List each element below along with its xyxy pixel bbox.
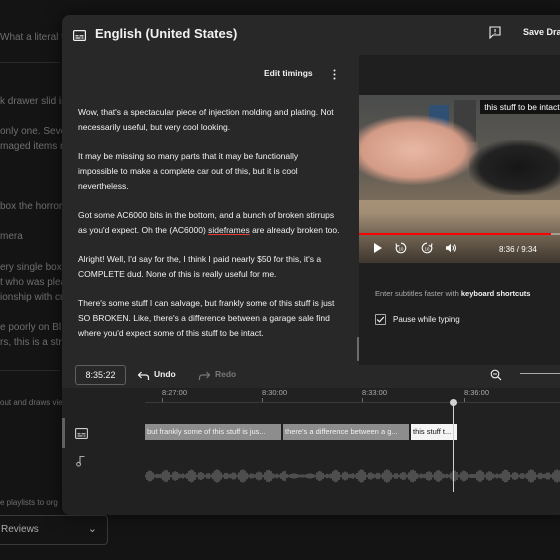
subtitles-track-icon <box>75 426 88 444</box>
background-text: box the horror! <box>0 201 66 212</box>
rewind-10-icon[interactable]: 10 <box>395 241 407 259</box>
save-draft-button[interactable]: Save Draft <box>523 27 560 37</box>
audio-waveform <box>145 469 560 483</box>
playhead[interactable] <box>453 402 454 492</box>
reviews-select[interactable]: Reviews ⌄ <box>0 515 108 545</box>
volume-icon[interactable] <box>445 241 457 259</box>
zoom-slider[interactable] <box>520 373 560 374</box>
timeline-ruler <box>145 402 560 403</box>
shortcut-hint: Enter subtitles faster with keyboard sho… <box>375 289 530 298</box>
background-text: k drawer slid in <box>0 96 67 107</box>
ruler-tick-mark <box>362 398 363 402</box>
zoom-out-icon[interactable] <box>490 368 502 386</box>
timeline: 8:27:00 8:30:00 8:33:00 8:36:00 but fran… <box>62 388 560 515</box>
background-text: ionship with cu <box>0 292 66 303</box>
divider <box>0 62 60 63</box>
play-icon[interactable] <box>373 241 383 259</box>
forward-10-icon[interactable]: 10 <box>421 241 433 259</box>
ruler-tick-label: 8:36:00 <box>464 388 490 397</box>
ruler-tick-label: 8:30:00 <box>262 388 288 397</box>
divider <box>0 370 60 371</box>
background-text: out and draws vie <box>0 398 63 407</box>
spellcheck-word: sideframes <box>208 225 250 235</box>
reviews-select-label: Reviews <box>1 524 39 535</box>
background-text: t who was plea <box>0 277 67 288</box>
transcript-paragraph: There's some stuff I can salvage, but fr… <box>78 298 335 338</box>
audio-track-icon <box>76 454 86 472</box>
subtitle-block[interactable]: but frankly some of this stuff is jus... <box>145 424 281 440</box>
ruler-tick: 8:33:00 <box>362 388 388 402</box>
pause-checkbox[interactable] <box>375 314 386 325</box>
background-text: mera <box>0 231 23 242</box>
track-selected-indicator <box>62 418 65 448</box>
pause-label: Pause while typing <box>393 315 460 324</box>
ruler-tick-label: 8:33:00 <box>362 388 388 397</box>
transcript-paragraph: It may be missing so many parts that it … <box>78 151 299 191</box>
subtitle-editor-dialog: English (United States) Save Draft Edit … <box>62 15 560 515</box>
transcript-pane: Edit timings Wow, that's a spectacular p… <box>62 55 360 365</box>
redo-icon[interactable] <box>198 369 211 387</box>
subtitle-block[interactable]: there's a difference between a g... <box>283 424 409 440</box>
background-text: e playlists to org <box>0 498 58 507</box>
ruler-tick-label: 8:27:00 <box>162 388 188 397</box>
transcript-paragraph: Wow, that's a spectacular piece of injec… <box>78 107 334 132</box>
redo-button[interactable]: Redo <box>215 369 236 379</box>
chevron-down-icon: ⌄ <box>87 523 97 535</box>
ruler-tick: 8:36:00 <box>464 388 490 402</box>
transcript-text: are already broken too. <box>249 225 340 235</box>
subtitles-icon <box>73 28 87 46</box>
video-progress-bar[interactable] <box>359 233 560 235</box>
transcript-paragraph: Alright! Well, I'd say for the, I think … <box>78 254 322 279</box>
video-controls-gradient <box>359 213 560 263</box>
more-vert-icon[interactable] <box>333 67 336 85</box>
ruler-tick-mark <box>162 398 163 402</box>
svg-text:10: 10 <box>399 246 404 251</box>
background-text: maged items m <box>0 141 69 152</box>
feedback-icon[interactable] <box>489 26 501 44</box>
edit-timings-button[interactable]: Edit timings <box>264 68 313 78</box>
transcript-textarea[interactable]: Wow, that's a spectacular piece of injec… <box>78 105 340 357</box>
transcript-paragraph: Got some AC6000 bits in the bottom, and … <box>78 208 340 238</box>
undo-icon[interactable] <box>137 369 150 387</box>
video-preview[interactable]: this stuff to be intact. 10 10 8:36 / 9:… <box>359 95 560 263</box>
dialog-title: English (United States) <box>95 26 238 41</box>
video-caption: this stuff to be intact. <box>480 100 560 114</box>
background-text: only one. Sever <box>0 126 70 137</box>
svg-text:10: 10 <box>425 246 430 251</box>
keyboard-shortcuts-link[interactable]: keyboard shortcuts <box>461 289 531 298</box>
ruler-tick: 8:30:00 <box>262 388 288 402</box>
ruler-tick: 8:27:00 <box>162 388 188 402</box>
background-text: ery single box <box>0 262 62 273</box>
ruler-tick-mark <box>464 398 465 402</box>
video-progress-fill <box>359 233 551 235</box>
preview-pane: this stuff to be intact. 10 10 8:36 / 9:… <box>359 55 560 365</box>
ruler-tick-mark <box>262 398 263 402</box>
timecode-field[interactable]: 8:35:22 <box>75 365 126 385</box>
shortcut-hint-text: Enter subtitles faster with <box>375 289 461 298</box>
subtitle-block[interactable]: this stuff t... <box>411 424 457 440</box>
video-frame-hand <box>359 115 479 185</box>
background-text: What a literal t <box>0 32 64 43</box>
video-time: 8:36 / 9:34 <box>499 245 537 254</box>
dialog-header: English (United States) Save Draft <box>62 15 560 55</box>
background-text: rs, this is a stri <box>0 337 64 348</box>
background-text: e poorly on Bl <box>0 322 62 333</box>
playhead-handle[interactable] <box>450 399 457 406</box>
undo-button[interactable]: Undo <box>154 369 176 379</box>
video-frame-part <box>469 140 560 195</box>
